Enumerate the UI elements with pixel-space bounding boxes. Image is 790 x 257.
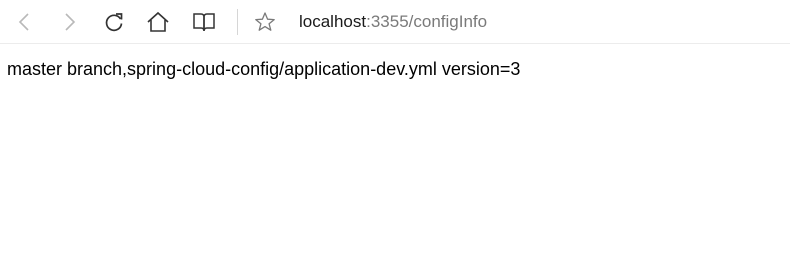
back-button[interactable] — [11, 8, 39, 36]
refresh-icon — [103, 11, 125, 33]
toolbar-separator — [237, 9, 238, 35]
forward-icon — [59, 12, 79, 32]
browser-toolbar: localhost:3355/configInfo — [0, 0, 790, 44]
address-bar[interactable]: localhost:3355/configInfo — [299, 11, 487, 33]
favorite-star-icon — [254, 11, 276, 33]
home-button[interactable] — [144, 8, 172, 36]
page-body-text: master branch,spring-cloud-config/applic… — [7, 59, 521, 79]
url-host: localhost — [299, 12, 367, 31]
home-icon — [146, 11, 170, 33]
back-icon — [15, 12, 35, 32]
reading-view-icon — [192, 11, 216, 33]
url-path: :3355/configInfo — [366, 12, 488, 31]
favorite-button[interactable] — [251, 8, 279, 36]
refresh-button[interactable] — [100, 8, 128, 36]
reading-view-button[interactable] — [190, 8, 218, 36]
forward-button[interactable] — [55, 8, 83, 36]
